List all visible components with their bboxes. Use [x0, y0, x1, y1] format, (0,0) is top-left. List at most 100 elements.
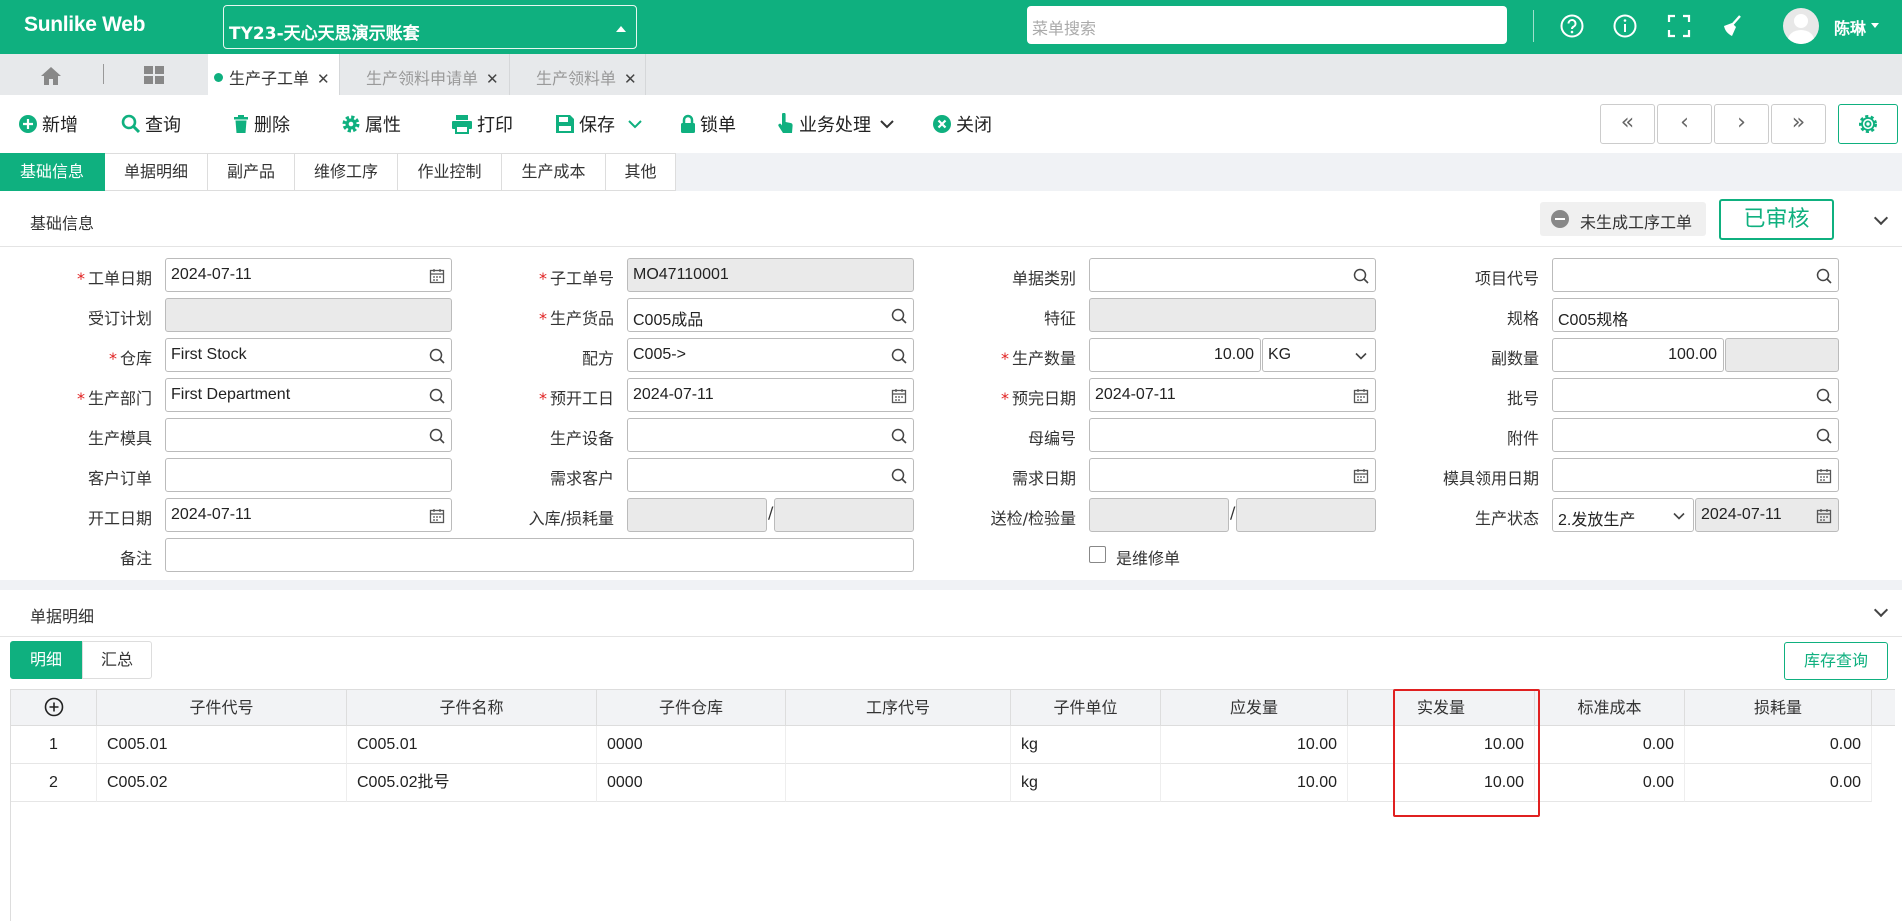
doc-type-field[interactable]	[1089, 258, 1376, 292]
chevron-down-icon[interactable]	[1871, 23, 1879, 28]
search-icon[interactable]	[1353, 268, 1369, 284]
unit-select[interactable]: KG	[1262, 338, 1376, 372]
calendar-icon[interactable]	[1353, 468, 1369, 484]
search-icon[interactable]	[891, 308, 907, 324]
calendar-icon[interactable]	[1353, 388, 1369, 404]
dept-field[interactable]: First Department	[165, 378, 452, 412]
cell-op-code[interactable]	[786, 764, 1011, 802]
mold-field[interactable]	[165, 418, 452, 452]
search-icon[interactable]	[429, 388, 445, 404]
search-icon[interactable]	[1816, 428, 1832, 444]
cell-part-warehouse[interactable]: 0000	[597, 764, 786, 802]
grid-menu-icon[interactable]	[143, 65, 165, 85]
product-field[interactable]: C005成品	[627, 298, 914, 332]
username[interactable]: 陈琳	[1834, 15, 1866, 39]
order-date-field[interactable]: 2024-07-11	[165, 258, 452, 292]
col-header-part-warehouse[interactable]: 子件仓库	[597, 689, 786, 726]
calendar-icon[interactable]	[891, 388, 907, 404]
is-repair-checkbox[interactable]	[1089, 546, 1106, 563]
lock-button[interactable]: 锁单	[680, 112, 736, 136]
cell-standard-cost[interactable]: 0.00	[1535, 764, 1685, 802]
remark-field[interactable]	[165, 538, 914, 572]
cell-part-unit[interactable]: kg	[1011, 726, 1161, 764]
cell-part-name[interactable]: C005.02批号	[347, 764, 597, 802]
cell-loss-qty[interactable]: 0.00	[1685, 764, 1872, 802]
attachment-field[interactable]	[1552, 418, 1839, 452]
parent-no-field[interactable]	[1089, 418, 1376, 452]
save-button[interactable]: 保存	[555, 112, 643, 136]
calendar-icon[interactable]	[1816, 468, 1832, 484]
tab-basic-info[interactable]: 基础信息	[0, 153, 105, 191]
tab-material-request[interactable]: 生产领料申请单 ✕	[340, 54, 510, 95]
prod-status-select[interactable]: 2.发放生产	[1552, 498, 1694, 532]
subtab-detail[interactable]: 明细	[10, 641, 82, 679]
print-button[interactable]: 打印	[451, 112, 513, 136]
tab-operation-control[interactable]: 作业控制	[398, 153, 502, 191]
demand-customer-field[interactable]	[627, 458, 914, 492]
close-button[interactable]: 关闭	[932, 112, 992, 136]
close-icon[interactable]: ✕	[317, 70, 330, 88]
cell-op-code[interactable]	[786, 726, 1011, 764]
close-icon[interactable]: ✕	[486, 70, 499, 88]
mold-date-field[interactable]	[1552, 458, 1839, 492]
sub-qty-field[interactable]: 100.00	[1552, 338, 1724, 372]
plan-finish-field[interactable]: 2024-07-11	[1089, 378, 1376, 412]
prev-record-button[interactable]: ‹	[1657, 104, 1712, 144]
warehouse-field[interactable]: First Stock	[165, 338, 452, 372]
delete-button[interactable]: 删除	[232, 112, 290, 136]
cell-loss-qty[interactable]: 0.00	[1685, 726, 1872, 764]
customer-order-field[interactable]	[165, 458, 452, 492]
search-icon[interactable]	[1816, 268, 1832, 284]
next-record-button[interactable]: ›	[1714, 104, 1769, 144]
settings-button[interactable]	[1838, 104, 1898, 144]
cell-part-code[interactable]: C005.01	[97, 726, 347, 764]
project-code-field[interactable]	[1552, 258, 1839, 292]
search-icon[interactable]	[1816, 388, 1832, 404]
clear-cache-broom-icon[interactable]	[1718, 12, 1746, 40]
info-icon[interactable]	[1611, 12, 1639, 40]
last-record-button[interactable]: »	[1771, 104, 1826, 144]
search-icon[interactable]	[891, 348, 907, 364]
stock-query-button[interactable]: 库存查询	[1784, 642, 1888, 680]
tab-material-issue[interactable]: 生产领料单 ✕	[510, 54, 646, 95]
tab-other[interactable]: 其他	[606, 153, 676, 191]
business-process-button[interactable]: 业务处理	[777, 112, 895, 136]
home-icon[interactable]	[40, 66, 62, 86]
batch-field[interactable]	[1552, 378, 1839, 412]
first-record-button[interactable]: «	[1600, 104, 1655, 144]
col-header-part-code[interactable]: 子件代号	[97, 689, 347, 726]
chevron-down-icon[interactable]	[627, 118, 643, 130]
spec-field[interactable]: C005规格	[1552, 298, 1839, 332]
cell-part-code[interactable]: C005.02	[97, 764, 347, 802]
start-date-field[interactable]: 2024-07-11	[165, 498, 452, 532]
help-icon[interactable]	[1558, 12, 1586, 40]
add-row-header[interactable]	[11, 689, 97, 726]
equipment-field[interactable]	[627, 418, 914, 452]
formula-field[interactable]: C005->	[627, 338, 914, 372]
col-header-standard-cost[interactable]: 标准成本	[1535, 689, 1685, 726]
prod-qty-field[interactable]: 10.00	[1089, 338, 1261, 372]
cell-part-warehouse[interactable]: 0000	[597, 726, 786, 764]
cell-required-qty[interactable]: 10.00	[1161, 764, 1348, 802]
add-circle-icon[interactable]	[44, 697, 64, 717]
calendar-icon[interactable]	[429, 508, 445, 524]
tab-by-product[interactable]: 副产品	[208, 153, 295, 191]
search-icon[interactable]	[891, 428, 907, 444]
demand-date-field[interactable]	[1089, 458, 1376, 492]
plan-start-field[interactable]: 2024-07-11	[627, 378, 914, 412]
menu-search-input[interactable]: 菜单搜索	[1027, 6, 1507, 44]
properties-button[interactable]: 属性	[341, 112, 401, 136]
tab-repair-process[interactable]: 维修工序	[295, 153, 398, 191]
tab-doc-detail[interactable]: 单据明细	[105, 153, 208, 191]
close-icon[interactable]: ✕	[624, 70, 637, 88]
cell-part-unit[interactable]: kg	[1011, 764, 1161, 802]
query-button[interactable]: 查询	[121, 112, 181, 136]
subtab-summary[interactable]: 汇总	[82, 641, 152, 679]
new-button[interactable]: 新增	[18, 112, 78, 136]
cell-standard-cost[interactable]: 0.00	[1535, 726, 1685, 764]
tab-production-cost[interactable]: 生产成本	[502, 153, 606, 191]
tab-production-sub-order[interactable]: 生产子工单 ✕	[208, 54, 340, 95]
col-header-required-qty[interactable]: 应发量	[1161, 689, 1348, 726]
col-header-part-name[interactable]: 子件名称	[347, 689, 597, 726]
account-selector[interactable]: TY23-天心天思演示账套	[223, 5, 637, 49]
